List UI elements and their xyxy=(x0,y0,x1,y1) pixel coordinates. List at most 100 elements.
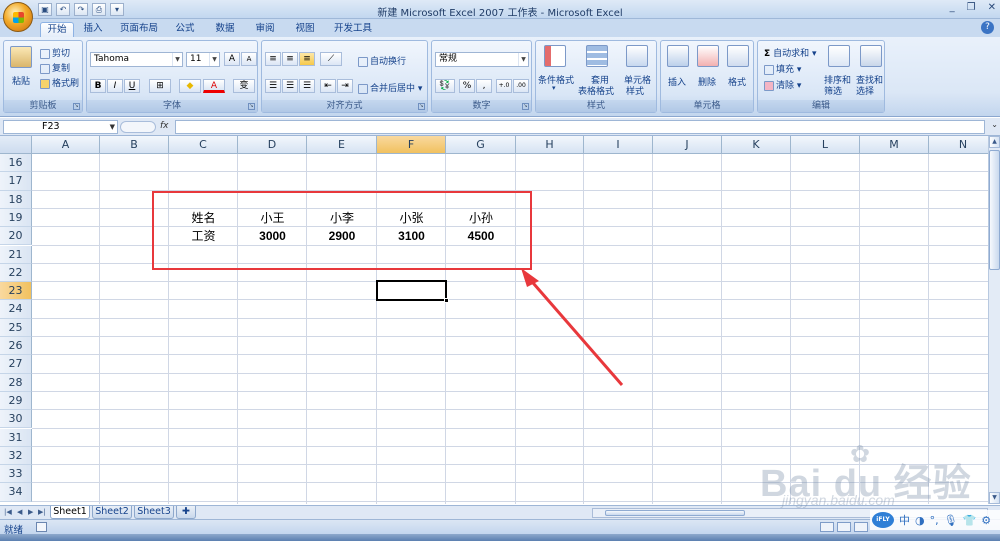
italic-button[interactable]: I xyxy=(107,79,123,93)
row-header-22[interactable]: 22 xyxy=(0,263,32,283)
delete-cells-button[interactable]: 删除 xyxy=(698,75,716,88)
row-header-30[interactable]: 30 xyxy=(0,410,32,429)
ime-punctuation-icon[interactable]: °, xyxy=(930,514,939,527)
row-header-16[interactable]: 16 xyxy=(0,154,32,173)
column-header-i[interactable]: I xyxy=(584,136,653,154)
align-middle-button[interactable]: ≡ xyxy=(282,52,298,66)
restore-button[interactable]: ❐ xyxy=(967,2,976,13)
column-header-c[interactable]: C xyxy=(169,136,238,154)
wrap-text-button[interactable]: 自动换行 xyxy=(358,54,406,67)
active-cell-cursor[interactable] xyxy=(376,280,449,303)
paste-button[interactable]: 粘贴 xyxy=(12,74,30,87)
column-header-n[interactable]: N xyxy=(929,136,990,154)
sheet-tab-1[interactable]: Sheet1 xyxy=(50,506,90,519)
formula-bar-splitter[interactable] xyxy=(120,121,156,133)
clear-button[interactable]: 清除 ▾ xyxy=(764,78,801,91)
percent-button[interactable]: % xyxy=(459,79,475,93)
font-launcher-icon[interactable]: ↘ xyxy=(248,103,255,110)
paste-icon[interactable] xyxy=(10,46,32,68)
currency-button[interactable]: 💱 xyxy=(435,79,455,93)
font-name-select[interactable]: Tahoma ▼ xyxy=(90,52,183,67)
column-header-k[interactable]: K xyxy=(722,136,791,154)
row-header-19[interactable]: 19 xyxy=(0,208,32,228)
column-header-e[interactable]: E xyxy=(307,136,377,154)
column-header-g[interactable]: G xyxy=(446,136,516,154)
sheet-tab-2[interactable]: Sheet2 xyxy=(92,506,132,519)
row-header-29[interactable]: 29 xyxy=(0,391,32,411)
row-header-20[interactable]: 20 xyxy=(0,227,32,246)
bold-button[interactable]: B xyxy=(90,79,106,93)
ime-skin-icon[interactable]: 👕 xyxy=(963,514,977,527)
row-header-28[interactable]: 28 xyxy=(0,373,32,392)
align-center-button[interactable]: ☰ xyxy=(282,79,298,93)
row-header-26[interactable]: 26 xyxy=(0,337,32,356)
last-sheet-icon[interactable]: ▶| xyxy=(38,508,46,516)
number-launcher-icon[interactable]: ↘ xyxy=(522,103,529,110)
row-header-31[interactable]: 31 xyxy=(0,428,32,447)
tab-review[interactable]: 审阅 xyxy=(250,22,280,37)
ime-settings-icon[interactable]: ⚙ xyxy=(981,514,991,527)
scroll-down-icon[interactable]: ▼ xyxy=(989,492,1000,504)
sheet-tab-3[interactable]: Sheet3 xyxy=(134,506,174,519)
decrease-decimal-button[interactable]: .00 xyxy=(513,79,529,93)
row-header-34[interactable]: 34 xyxy=(0,483,32,502)
scroll-up-icon[interactable]: ▲ xyxy=(989,136,1000,148)
row-header-25[interactable]: 25 xyxy=(0,318,32,337)
column-header-l[interactable]: L xyxy=(791,136,860,154)
shrink-font-button[interactable]: A xyxy=(241,52,257,66)
column-header-f[interactable]: F xyxy=(377,136,446,154)
prev-sheet-icon[interactable]: ◀ xyxy=(17,508,22,516)
cut-button[interactable]: 剪切 xyxy=(40,46,70,59)
help-icon[interactable]: ? xyxy=(981,21,994,34)
ifly-logo-icon[interactable]: iFLY xyxy=(872,512,894,528)
microphone-icon[interactable]: 🎙 xyxy=(944,514,958,527)
comma-button[interactable]: , xyxy=(476,79,492,93)
office-button[interactable] xyxy=(3,2,33,32)
column-header-d[interactable]: D xyxy=(238,136,307,154)
sort-filter-button-line2[interactable]: 筛选 xyxy=(824,84,842,97)
align-top-button[interactable]: ≡ xyxy=(265,52,281,66)
number-format-select[interactable]: 常规 ▼ xyxy=(435,52,529,67)
grow-font-button[interactable]: A xyxy=(224,52,240,66)
format-painter-button[interactable]: 格式刷 xyxy=(40,76,79,89)
column-header-m[interactable]: M xyxy=(860,136,929,154)
select-all-corner[interactable] xyxy=(0,136,32,154)
font-color-button[interactable]: A xyxy=(203,79,225,93)
row-header-23[interactable]: 23 xyxy=(0,282,32,301)
vertical-scroll-thumb[interactable] xyxy=(989,150,1000,270)
align-bottom-button[interactable]: ≡ xyxy=(299,52,315,66)
row-header-18[interactable]: 18 xyxy=(0,190,32,209)
insert-sheet-icon[interactable]: ✚ xyxy=(176,506,196,519)
tab-insert[interactable]: 插入 xyxy=(78,22,108,37)
tab-formulas[interactable]: 公式 xyxy=(170,22,200,37)
align-left-button[interactable]: ☰ xyxy=(265,79,281,93)
column-header-b[interactable]: B xyxy=(100,136,169,154)
increase-indent-button[interactable]: ⇥ xyxy=(337,79,353,93)
align-right-button[interactable]: ☰ xyxy=(299,79,315,93)
horizontal-scroll-thumb[interactable] xyxy=(605,510,745,516)
page-break-view-icon[interactable] xyxy=(854,522,868,532)
decrease-indent-button[interactable]: ⇤ xyxy=(320,79,336,93)
next-sheet-icon[interactable]: ▶ xyxy=(28,508,33,516)
copy-button[interactable]: 复制 xyxy=(40,61,70,74)
tab-page-layout[interactable]: 页面布局 xyxy=(114,22,164,37)
expand-formula-bar-icon[interactable]: ⌄ xyxy=(991,120,998,129)
first-sheet-icon[interactable]: |◀ xyxy=(4,508,12,516)
fill-color-button[interactable]: ◆ xyxy=(179,79,201,93)
row-header-33[interactable]: 33 xyxy=(0,465,32,484)
ime-moon-icon[interactable]: ◑ xyxy=(915,514,925,527)
row-header-17[interactable]: 17 xyxy=(0,172,32,191)
clipboard-launcher-icon[interactable]: ↘ xyxy=(73,103,80,110)
fill-button[interactable]: 填充 ▾ xyxy=(764,62,801,75)
merge-center-button[interactable]: 合并后居中 ▾ xyxy=(358,81,422,94)
border-button[interactable]: ⊞ xyxy=(149,79,171,93)
row-header-27[interactable]: 27 xyxy=(0,355,32,374)
column-header-j[interactable]: J xyxy=(653,136,722,154)
minimize-button[interactable]: _ xyxy=(950,2,955,13)
close-button[interactable]: ✕ xyxy=(988,2,996,13)
tab-view[interactable]: 视图 xyxy=(290,22,320,37)
orientation-button[interactable]: ⟋ xyxy=(320,52,342,66)
underline-button[interactable]: U xyxy=(124,79,140,93)
row-header-21[interactable]: 21 xyxy=(0,245,32,264)
name-box[interactable]: F23 ▼ xyxy=(3,120,118,134)
